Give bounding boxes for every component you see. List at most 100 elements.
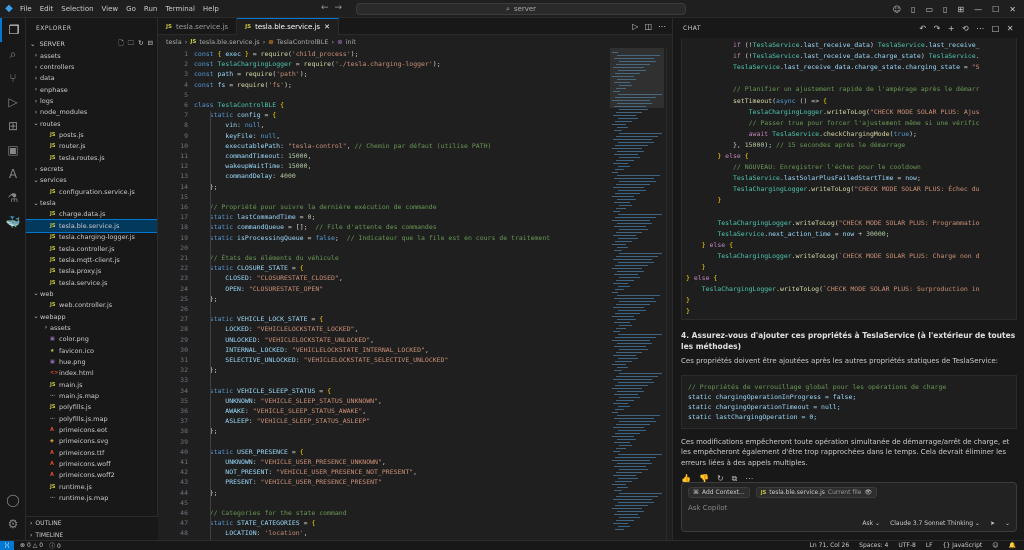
tree-folder[interactable]: › assets — [26, 322, 157, 333]
tree-file[interactable]: JS charge.data.js — [26, 209, 157, 220]
problems-indicator[interactable]: ⊗ 0 △ 0 — [20, 542, 43, 549]
forward-arrow-icon[interactable]: → — [335, 3, 349, 13]
toggle-secondary-sidebar-icon[interactable]: ▯ — [943, 5, 947, 14]
indentation[interactable]: Spaces: 4 — [859, 542, 888, 549]
menu-go[interactable]: Go — [126, 5, 136, 13]
new-file-icon[interactable]: 🗋 — [118, 39, 123, 50]
copilot-status-icon[interactable]: ☺ — [992, 542, 998, 549]
menu-selection[interactable]: Selection — [61, 5, 93, 13]
chat-code-block[interactable]: if (!TeslaService.last_receive_data) Tes… — [681, 38, 1017, 320]
search-view-icon[interactable]: ⌕ — [0, 42, 26, 66]
redo-icon[interactable]: ↷ — [934, 24, 941, 33]
code-area[interactable]: 1 const { exec } = require('child_process… — [158, 48, 608, 540]
history-icon[interactable]: ⟲ — [962, 24, 969, 33]
tree-file[interactable]: JS polyfills.js — [26, 402, 157, 413]
tree-file[interactable]: JS tesla.service.js — [26, 277, 157, 288]
tree-folder[interactable]: › controllers — [26, 61, 157, 72]
cursor-position[interactable]: Ln 71, Col 26 — [810, 542, 850, 549]
azure-icon[interactable]: A — [0, 162, 26, 186]
tree-file[interactable]: JS configuration.service.js — [26, 186, 157, 197]
split-editor-icon[interactable]: ◫ — [644, 22, 652, 31]
close-window-icon[interactable]: ✕ — [1009, 5, 1016, 14]
send-options-icon[interactable]: ⌄ — [1005, 520, 1010, 527]
language-mode[interactable]: {} JavaScript — [943, 542, 983, 549]
menu-view[interactable]: View — [102, 5, 119, 13]
chat-input-field[interactable]: Ask Copilot — [682, 502, 1016, 514]
tree-file[interactable]: JS tesla.charging-logger.js — [26, 232, 157, 243]
tree-file[interactable]: ⋯ polyfills.js.map — [26, 413, 157, 424]
send-icon[interactable]: ➤ — [990, 520, 995, 527]
tree-folder[interactable]: › data — [26, 73, 157, 84]
tree-folder[interactable]: ⌄ services — [26, 175, 157, 186]
tree-file[interactable]: JS tesla.controller.js — [26, 243, 157, 254]
tree-file[interactable]: ⋯ main.js.map — [26, 390, 157, 401]
eye-icon[interactable]: 👁 — [865, 489, 873, 496]
chat-snippet-block[interactable]: // Propriétés de verrouillage global pou… — [681, 374, 1017, 429]
tree-folder[interactable]: ⌄ web — [26, 288, 157, 299]
end-of-line[interactable]: LF — [926, 542, 933, 549]
run-debug-icon[interactable]: ▷ — [0, 90, 26, 114]
tree-file[interactable]: Aprimeicons.woff2 — [26, 470, 157, 481]
new-chat-icon[interactable]: + — [948, 24, 955, 33]
tree-folder[interactable]: ⌄ tesla — [26, 197, 157, 208]
tree-folder[interactable]: ⌄ routes — [26, 118, 157, 129]
tree-file[interactable]: ⋯ runtime.js.map — [26, 492, 157, 503]
back-arrow-icon[interactable]: ← — [321, 3, 335, 13]
menu-edit[interactable]: Edit — [40, 5, 54, 13]
tree-file[interactable]: JS router.js — [26, 141, 157, 152]
remote-explorer-icon[interactable]: ▣ — [0, 138, 26, 162]
model-picker[interactable]: Claude 3.7 Sonnet Thinking ⌄ — [890, 520, 980, 527]
breadcrumb-class[interactable]: TeslaControlBLE — [277, 38, 329, 46]
tree-file[interactable]: JS tesla.mqtt-client.js — [26, 254, 157, 265]
tab-tesla-service[interactable]: JS tesla.service.js — [158, 18, 238, 35]
menu-help[interactable]: Help — [203, 5, 219, 13]
tree-file[interactable]: JS runtime.js — [26, 481, 157, 492]
command-center-search[interactable]: ⌕ server — [356, 3, 686, 15]
tree-file[interactable]: <> index.html — [26, 368, 157, 379]
tree-file[interactable]: ◈ primeicons.svg — [26, 436, 157, 447]
undo-icon[interactable]: ↶ — [919, 24, 926, 33]
tree-file[interactable]: JS main.js — [26, 379, 157, 390]
collapse-all-icon[interactable]: ⊟ — [148, 39, 153, 50]
minimap-slider[interactable] — [610, 48, 664, 108]
encoding[interactable]: UTF-8 — [898, 542, 916, 549]
maximize-icon[interactable]: ☐ — [992, 5, 999, 14]
explorer-root-row[interactable]: ⌄ SERVER 🗋 🗀 ↻ ⊟ — [26, 38, 157, 50]
mode-picker[interactable]: Ask ⌄ — [862, 520, 880, 527]
breadcrumb-file[interactable]: tesla.ble.service.js — [199, 38, 259, 46]
menu-run[interactable]: Run — [144, 5, 157, 13]
tree-file[interactable]: JS tesla.ble.service.js — [26, 219, 157, 233]
breadcrumb-method[interactable]: init — [346, 38, 356, 46]
source-control-icon[interactable]: ⑂ — [0, 66, 26, 90]
explorer-icon[interactable]: ❐ — [0, 18, 26, 42]
tree-file[interactable]: Aprimeicons.ttf — [26, 447, 157, 458]
copilot-icon[interactable]: ☺ — [893, 5, 901, 14]
tree-file[interactable]: ▣ hue.png — [26, 356, 157, 367]
tree-file[interactable]: ★ favicon.ico — [26, 345, 157, 356]
tree-folder[interactable]: › logs — [26, 95, 157, 106]
tree-file[interactable]: JS posts.js — [26, 129, 157, 140]
tree-folder[interactable]: › enphase — [26, 84, 157, 95]
current-file-chip[interactable]: JS tesla.ble.service.js Current file 👁 — [755, 487, 878, 498]
tree-file[interactable]: JS web.controller.js — [26, 300, 157, 311]
menu-file[interactable]: File — [20, 5, 32, 13]
run-file-icon[interactable]: ▷ — [632, 22, 638, 31]
extensions-icon[interactable]: ⊞ — [0, 114, 26, 138]
toggle-panel-icon[interactable]: ▭ — [925, 5, 933, 14]
minimize-icon[interactable]: — — [974, 5, 982, 14]
menu-terminal[interactable]: Terminal — [165, 5, 195, 13]
new-folder-icon[interactable]: 🗀 — [128, 39, 135, 50]
info-indicator[interactable]: ⓘ 0 — [49, 541, 61, 550]
tree-file[interactable]: ▣ color.png — [26, 334, 157, 345]
minimap[interactable] — [610, 48, 664, 540]
refresh-icon[interactable]: ↻ — [138, 39, 143, 50]
tree-file[interactable]: Aprimeicons.woff — [26, 458, 157, 469]
tree-folder[interactable]: › node_modules — [26, 107, 157, 118]
account-icon[interactable]: ◯ — [0, 488, 26, 512]
tree-file[interactable]: JS tesla.proxy.js — [26, 266, 157, 277]
toggle-sidebar-icon[interactable]: ▯ — [911, 5, 915, 14]
layout-icon[interactable]: ⊞ — [957, 5, 964, 14]
testing-icon[interactable]: ⚗ — [0, 186, 26, 210]
breadcrumb-folder[interactable]: tesla — [166, 38, 182, 46]
maximize-panel-icon[interactable]: □ — [992, 24, 1000, 33]
